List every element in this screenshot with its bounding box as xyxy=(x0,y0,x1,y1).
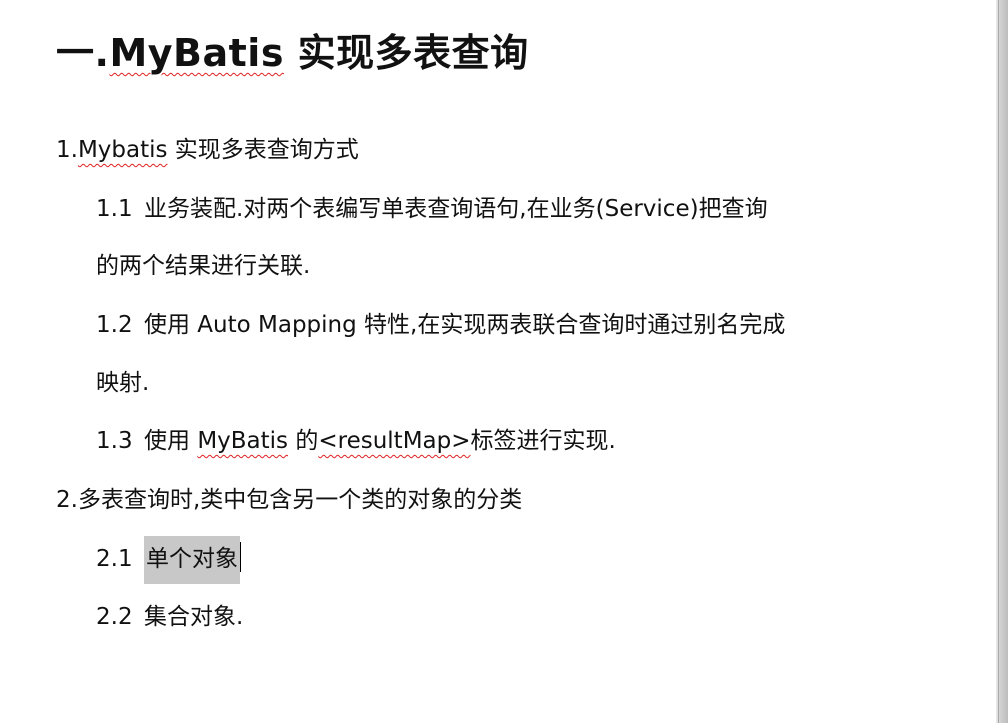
item-1-3-tag: <resultMap> xyxy=(318,428,471,454)
title-brand: MyBatis xyxy=(109,31,284,75)
window-edge xyxy=(996,0,1008,723)
item-1-2: 1.2 使用 Auto Mapping 特性,在实现两表联合查询时通过别名完成 xyxy=(96,309,785,341)
item-2-1-number: 2.1 xyxy=(96,546,133,572)
item-1-2-text: 使用 Auto Mapping 特性,在实现两表联合查询时通过别名完成 xyxy=(144,312,786,338)
item-2-1-text: 单个对象 xyxy=(146,546,238,572)
section-1-heading: 1.Mybatis 实现多表查询方式 xyxy=(56,134,359,166)
item-2-1: 2.1 单个对象 xyxy=(96,536,241,584)
item-1-2-continuation: 映射. xyxy=(96,370,150,396)
item-1-1: 1.1 业务装配.对两个表编写单表查询语句,在业务(Service)把查询 xyxy=(96,193,768,225)
item-2-2-text: 集合对象. xyxy=(144,604,244,630)
section-1-number: 1. xyxy=(56,137,78,163)
title-rest: 实现多表查询 xyxy=(283,31,529,75)
item-2-2-number: 2.2 xyxy=(96,604,133,630)
item-1-3-mid: 的 xyxy=(288,428,319,454)
item-1-3-post: 标签进行实现. xyxy=(470,428,616,454)
title-prefix: 一. xyxy=(56,31,110,75)
item-1-1-text: 业务装配.对两个表编写单表查询语句,在业务(Service)把查询 xyxy=(144,196,768,222)
section-1-brand: Mybatis xyxy=(77,137,168,163)
text-cursor xyxy=(240,542,241,572)
item-2-2: 2.2 集合对象. xyxy=(96,601,243,633)
item-1-1-continuation: 的两个结果进行关联. xyxy=(96,253,311,279)
item-1-3: 1.3 使用 MyBatis 的<resultMap>标签进行实现. xyxy=(96,425,616,457)
selected-text[interactable]: 单个对象 xyxy=(144,536,240,584)
document-page: 一.MyBatis 实现多表查询 1.Mybatis 实现多表查询方式 1.1 业… xyxy=(0,0,996,723)
item-1-2-number: 1.2 xyxy=(96,312,133,338)
item-1-3-number: 1.3 xyxy=(96,428,133,454)
document-title: 一.MyBatis 实现多表查询 xyxy=(56,28,529,78)
section-1-text: 实现多表查询方式 xyxy=(167,137,359,163)
item-1-3-brand: MyBatis xyxy=(197,428,289,454)
section-2-heading: 2.多表查询时,类中包含另一个类的对象的分类 xyxy=(56,487,523,513)
item-1-1-number: 1.1 xyxy=(96,196,133,222)
item-1-3-pre: 使用 xyxy=(144,428,198,454)
